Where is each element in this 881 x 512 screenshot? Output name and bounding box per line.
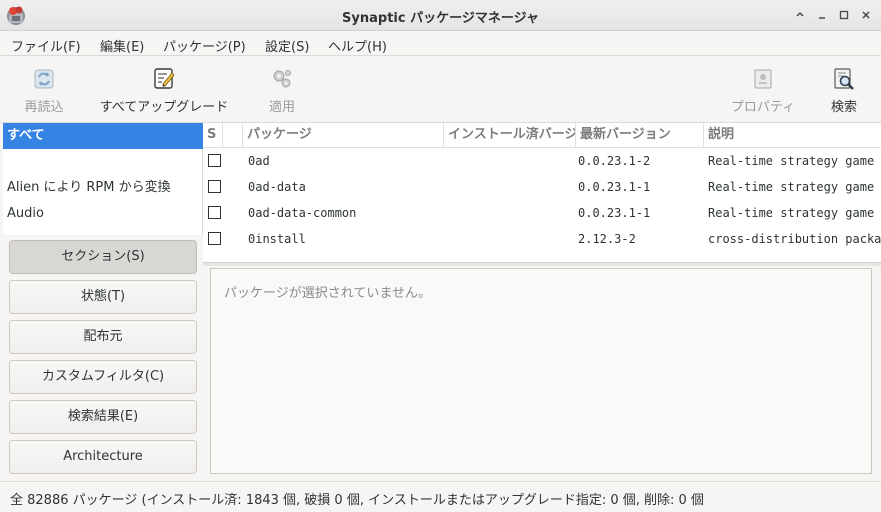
window-title: Synaptic パッケージマネージャ: [342, 11, 539, 26]
package-table: S パッケージ インストール済バージョン 最新バージョン 説明 0ad 0.0.…: [203, 123, 881, 262]
apply-label: 適用: [268, 100, 295, 115]
status-bar: 全 82886 パッケージ (インストール済: 1843 個, 破損 0 個, …: [0, 481, 881, 512]
column-header-icon[interactable]: [223, 123, 243, 148]
column-header-description[interactable]: 説明: [704, 123, 881, 148]
title-bar: Synaptic パッケージマネージャ: [0, 0, 881, 31]
maximize-icon: [839, 10, 848, 20]
row-description: Real-time strategy game of ancient warfa…: [708, 154, 881, 168]
category-item-audio[interactable]: Audio: [3, 201, 203, 227]
properties-icon: [754, 69, 772, 89]
apply-button[interactable]: 適用: [262, 57, 302, 123]
upgrade-icon: [154, 68, 175, 89]
filter-origin-button[interactable]: 配布元: [9, 320, 197, 354]
filter-status-button[interactable]: 状態(T): [9, 280, 197, 314]
filter-custom-button[interactable]: カスタムフィルタ(C): [9, 360, 197, 394]
filter-search-results-button[interactable]: 検索結果(E): [9, 400, 197, 434]
search-icon: [834, 68, 854, 90]
status-summary: 全 82886 パッケージ (インストール済: 1843 個, 破損 0 個, …: [10, 493, 704, 508]
search-button[interactable]: 検索: [824, 57, 864, 123]
reload-icon: [34, 69, 54, 89]
properties-button[interactable]: プロパティ: [726, 57, 800, 123]
close-icon: [861, 11, 870, 19]
row-package-name: 0ad: [248, 154, 270, 168]
table-row[interactable]: 0install 2.12.3-2 cross-distribution pac…: [203, 226, 881, 252]
window-minimize-button[interactable]: [813, 7, 830, 23]
window-keep-above-button[interactable]: [791, 7, 808, 23]
search-label: 検索: [830, 100, 857, 115]
column-header-package[interactable]: パッケージ: [243, 123, 444, 148]
menu-edit[interactable]: 編集(E): [100, 36, 144, 55]
row-latest-version: 2.12.3-2: [578, 232, 636, 246]
column-header-installed-version[interactable]: インストール済バージョン: [444, 123, 576, 148]
table-row[interactable]: 0ad 0.0.23.1-2 Real-time strategy game o…: [203, 148, 881, 174]
menu-file[interactable]: ファイル(F): [11, 36, 81, 55]
menu-settings[interactable]: 設定(S): [265, 36, 309, 55]
pane-splitter[interactable]: [203, 262, 881, 266]
row-package-name: 0ad-data-common: [248, 206, 357, 220]
filter-architecture-button[interactable]: Architecture: [9, 440, 197, 474]
row-description: Real-time strategy game of ancient warfa…: [708, 180, 881, 194]
toolbar: 再読込 すべてアップグレード 適用 プロパティ 検索: [0, 57, 881, 123]
row-package-name: 0ad-data: [248, 180, 306, 194]
row-package-name: 0install: [248, 232, 306, 246]
menu-package[interactable]: パッケージ(P): [163, 36, 246, 55]
category-item-alien[interactable]: Alien により RPM から変換: [3, 175, 203, 201]
row-checkbox[interactable]: [208, 180, 221, 193]
row-checkbox[interactable]: [208, 232, 221, 245]
reload-label: 再読込: [24, 100, 64, 115]
category-list: すべて Alien により RPM から変換 Audio: [3, 123, 203, 235]
menu-help[interactable]: ヘルプ(H): [328, 36, 387, 55]
row-description: Real-time strategy game of ancient warfa…: [708, 206, 881, 220]
table-row[interactable]: 0ad-data-common 0.0.23.1-1 Real-time str…: [203, 200, 881, 226]
properties-label: プロパティ: [730, 100, 796, 115]
row-checkbox[interactable]: [208, 206, 221, 219]
minimize-icon: [818, 17, 825, 19]
upgrade-all-label: すべてアップグレード: [99, 100, 229, 115]
up-arrow-icon: [795, 11, 804, 17]
row-latest-version: 0.0.23.1-2: [578, 154, 651, 168]
category-item-blank[interactable]: [3, 149, 203, 175]
gears-icon: [273, 70, 291, 88]
filter-sections-button[interactable]: セクション(S): [9, 240, 197, 274]
column-header-status[interactable]: S: [203, 123, 223, 148]
window-close-button[interactable]: [857, 7, 874, 23]
row-description: cross-distribution packaging system: [708, 232, 881, 246]
table-row[interactable]: 0ad-data 0.0.23.1-1 Real-time strategy g…: [203, 174, 881, 200]
no-package-selected-text: パッケージが選択されていません。: [224, 286, 431, 301]
reload-button[interactable]: 再読込: [14, 57, 74, 123]
row-latest-version: 0.0.23.1-1: [578, 206, 651, 220]
row-checkbox[interactable]: [208, 154, 221, 167]
table-header: S パッケージ インストール済バージョン 最新バージョン 説明: [203, 123, 881, 148]
row-latest-version: 0.0.23.1-1: [578, 180, 651, 194]
column-header-latest-version[interactable]: 最新バージョン: [576, 123, 704, 148]
package-details-pane: パッケージが選択されていません。: [210, 268, 872, 474]
window-maximize-button[interactable]: [835, 7, 852, 23]
upgrade-all-button[interactable]: すべてアップグレード: [95, 57, 233, 123]
menu-bar: ファイル(F) 編集(E) パッケージ(P) 設定(S) ヘルプ(H): [0, 31, 881, 56]
category-item-all[interactable]: すべて: [3, 123, 203, 149]
